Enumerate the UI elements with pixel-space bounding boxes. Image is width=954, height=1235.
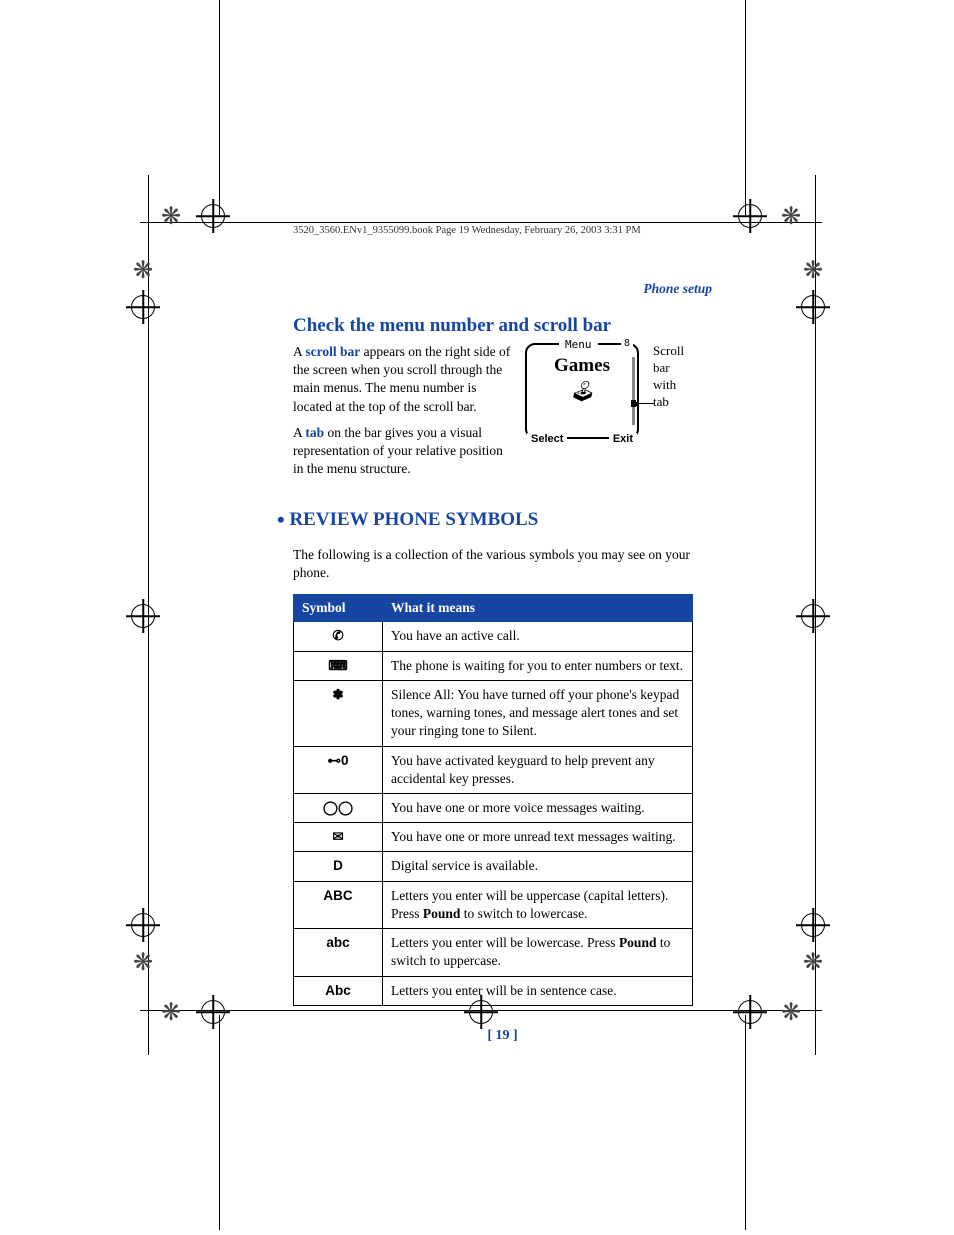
softkey-select: Select (527, 433, 567, 445)
meaning-text: You have an active call. (383, 622, 693, 651)
text: on the bar gives you a visual representa… (293, 425, 503, 476)
crop-mark (219, 0, 220, 215)
registration-cross-icon (130, 604, 156, 630)
table-row: ✉ You have one or more unread text messa… (294, 823, 693, 852)
crop-mark (140, 222, 822, 223)
term-pound: Pound (619, 935, 657, 950)
phone-scrollbar-track (632, 357, 635, 425)
intro-paragraph: The following is a collection of the var… (293, 546, 712, 582)
games-icon: 🕹 (527, 379, 637, 404)
paragraph-scrollbar: A scroll bar appears on the right side o… (293, 343, 511, 416)
registration-rosette-icon: ❋ (130, 258, 156, 284)
table-row: D Digital service is available. (294, 852, 693, 881)
phone-screen-figure: Menu 8 Games 🕹 Select Exit (525, 343, 639, 439)
sentence-case-icon: Abc (294, 976, 383, 1005)
table-row: ✽ Silence All: You have turned off your … (294, 680, 693, 746)
symbols-table: Symbol What it means ✆ You have an activ… (293, 594, 693, 1005)
meaning-text: You have activated keyguard to help prev… (383, 746, 693, 793)
table-row: abc Letters you enter will be lowercase.… (294, 929, 693, 976)
voicemail-icon: ◯◯ (294, 794, 383, 823)
registration-cross-icon (737, 1000, 763, 1026)
meaning-text: Letters you enter will be lowercase. Pre… (383, 929, 693, 976)
term-tab: tab (305, 425, 324, 440)
registration-rosette-icon: ❋ (778, 1000, 804, 1026)
registration-cross-icon (800, 295, 826, 321)
phone-softkeys: Select Exit (527, 433, 637, 445)
table-row: ⊷0 You have activated keyguard to help p… (294, 746, 693, 793)
registration-rosette-icon: ❋ (158, 1000, 184, 1026)
registration-cross-icon (800, 604, 826, 630)
registration-cross-icon (200, 204, 226, 230)
meaning-text: Letters you enter will be uppercase (cap… (383, 881, 693, 928)
registration-rosette-icon: ❋ (130, 950, 156, 976)
text: to switch to lowercase. (460, 906, 587, 921)
heading-review-symbols: • REVIEW PHONE SYMBOLS (277, 507, 712, 533)
meaning-text: Digital service is available. (383, 852, 693, 881)
col-header-symbol: Symbol (294, 595, 383, 622)
table-row: ABC Letters you enter will be uppercase … (294, 881, 693, 928)
body-with-figure: A scroll bar appears on the right side o… (293, 343, 712, 487)
section-label: Phone setup (293, 281, 712, 297)
phone-screen-title: Games (527, 355, 637, 377)
caption-text: tab (653, 394, 698, 411)
figure-caption: Scroll bar with tab (653, 343, 698, 487)
registration-rosette-icon: ❋ (800, 258, 826, 284)
text: Letters you enter will be lowercase. Pre… (391, 935, 619, 950)
page-number: [ 19 ] (293, 1028, 712, 1044)
registration-rosette-icon: ❋ (800, 950, 826, 976)
bullet-icon: • (277, 507, 285, 532)
phone-figure-wrap: Menu 8 Games 🕹 Select Exit (525, 343, 639, 487)
term-scrollbar: scroll bar (305, 344, 360, 359)
phone-menu-number: 8 (621, 338, 633, 349)
registration-cross-icon (130, 913, 156, 939)
silence-all-icon: ✽ (294, 680, 383, 746)
softkey-exit: Exit (609, 433, 637, 445)
meaning-text: The phone is waiting for you to enter nu… (383, 651, 693, 680)
lowercase-icon: abc (294, 929, 383, 976)
table-row: ◯◯ You have one or more voice messages w… (294, 794, 693, 823)
paragraph-tab: A tab on the bar gives you a visual repr… (293, 424, 511, 479)
meaning-text: You have one or more voice messages wait… (383, 794, 693, 823)
meaning-text: You have one or more unread text message… (383, 823, 693, 852)
body-text-column: A scroll bar appears on the right side o… (293, 343, 511, 487)
heading-text: REVIEW PHONE SYMBOLS (289, 509, 538, 530)
col-header-meaning: What it means (383, 595, 693, 622)
registration-rosette-icon: ❋ (158, 204, 184, 230)
registration-cross-icon (200, 1000, 226, 1026)
input-wait-icon: ⌨ (294, 651, 383, 680)
caption-text: bar (653, 360, 698, 377)
digital-service-icon: D (294, 852, 383, 881)
registration-rosette-icon: ❋ (778, 204, 804, 230)
crop-mark (745, 0, 746, 215)
table-row: ✆ You have an active call. (294, 622, 693, 651)
keyguard-icon: ⊷0 (294, 746, 383, 793)
term-pound: Pound (423, 906, 461, 921)
registration-cross-icon (130, 295, 156, 321)
caption-text: with (653, 377, 698, 394)
crop-mark (219, 1015, 220, 1230)
message-icon: ✉ (294, 823, 383, 852)
page-content: 3520_3560.ENv1_9355099.book Page 19 Wedn… (293, 225, 712, 1044)
registration-cross-icon (737, 204, 763, 230)
table-row: ⌨ The phone is waiting for you to enter … (294, 651, 693, 680)
table-row: Abc Letters you enter will be in sentenc… (294, 976, 693, 1005)
phone-menu-label: Menu (559, 338, 598, 351)
subheading-scrollbar: Check the menu number and scroll bar (293, 315, 712, 337)
registration-cross-icon (800, 913, 826, 939)
crop-mark (745, 1015, 746, 1230)
text: A (293, 344, 305, 359)
callout-arrow-icon (637, 403, 654, 404)
meaning-text: Letters you enter will be in sentence ca… (383, 976, 693, 1005)
caption-text: Scroll (653, 343, 698, 360)
book-header-line: 3520_3560.ENv1_9355099.book Page 19 Wedn… (293, 225, 712, 236)
active-call-icon: ✆ (294, 622, 383, 651)
uppercase-icon: ABC (294, 881, 383, 928)
meaning-text: Silence All: You have turned off your ph… (383, 680, 693, 746)
text: A (293, 425, 305, 440)
